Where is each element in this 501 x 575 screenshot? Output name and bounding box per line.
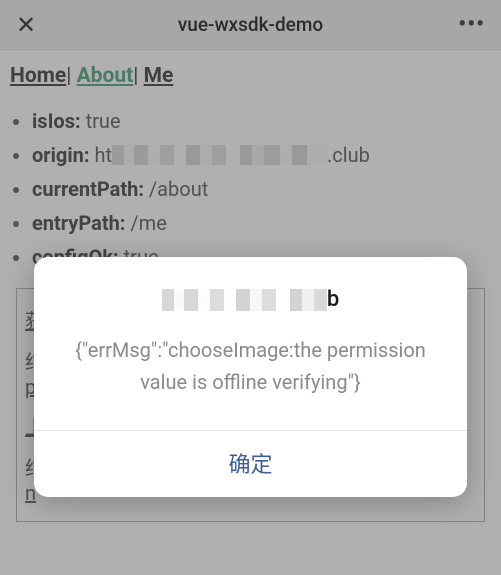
dialog-body: b {"errMsg":"chooseImage:the permission … bbox=[34, 257, 467, 430]
ok-button[interactable]: 确定 bbox=[228, 447, 272, 479]
dialog-title: b bbox=[62, 287, 439, 312]
dialog-message: {"errMsg":"chooseImage:the permission va… bbox=[62, 334, 439, 398]
dialog-footer: 确定 bbox=[34, 430, 467, 497]
redacted-block bbox=[162, 289, 327, 311]
dialog-title-suffix: b bbox=[327, 287, 339, 312]
alert-dialog: b {"errMsg":"chooseImage:the permission … bbox=[34, 257, 467, 497]
